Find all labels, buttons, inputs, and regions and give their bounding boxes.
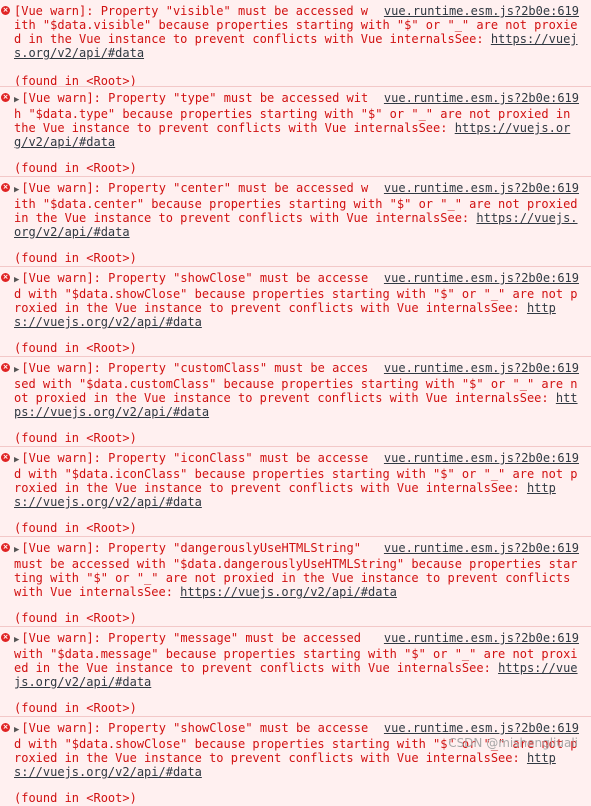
error-icon: × bbox=[1, 93, 10, 102]
console-message: vue.runtime.esm.js?2b0e:619 ▶ [Vue warn]: … bbox=[14, 451, 579, 509]
found-in-root-text: (found in <Root>) bbox=[14, 521, 137, 535]
console-message: vue.runtime.esm.js?2b0e:619 [Vue warn]: P… bbox=[14, 4, 579, 60]
vue-docs-link[interactable]: https://vuejs.org/v2/api/#data bbox=[180, 585, 397, 599]
console-error-entry[interactable]: × vue.runtime.esm.js?2b0e:619 ▶ [Vue warn]:… bbox=[0, 356, 591, 446]
triangle-right-icon[interactable]: ▶ bbox=[14, 455, 19, 465]
source-file-link[interactable]: vue.runtime.esm.js?2b0e:619 bbox=[384, 361, 579, 375]
console-error-entry[interactable]: × vue.runtime.esm.js?2b0e:619 ▶ [Vue warn]:… bbox=[0, 266, 591, 356]
source-file-link[interactable]: vue.runtime.esm.js?2b0e:619 bbox=[384, 631, 579, 645]
watermark: CSDN @mishengliuali bbox=[448, 736, 578, 750]
found-in-root-text: (found in <Root>) bbox=[14, 341, 137, 355]
triangle-right-icon[interactable]: ▶ bbox=[14, 545, 19, 555]
console-error-entry[interactable]: × vue.runtime.esm.js?2b0e:619 ▶ [Vue warn]:… bbox=[0, 86, 591, 176]
console-error-entry[interactable]: × vue.runtime.esm.js?2b0e:619 ▶ [Vue warn]:… bbox=[0, 446, 591, 536]
console-error-entry[interactable]: × vue.runtime.esm.js?2b0e:619 [Vue warn]: … bbox=[0, 0, 591, 88]
console-message: vue.runtime.esm.js?2b0e:619 ▶ [Vue warn]: … bbox=[14, 361, 579, 419]
console-page: { "console": { "entries": [ { "has_toggl… bbox=[0, 0, 591, 805]
console-error-entry[interactable]: × vue.runtime.esm.js?2b0e:619 ▶ [Vue warn]:… bbox=[0, 176, 591, 266]
triangle-right-icon[interactable]: ▶ bbox=[14, 275, 19, 285]
console-message: vue.runtime.esm.js?2b0e:619 ▶ [Vue warn]: … bbox=[14, 631, 579, 689]
triangle-right-icon[interactable]: ▶ bbox=[14, 365, 19, 375]
console-error-entry[interactable]: × vue.runtime.esm.js?2b0e:619 ▶ [Vue warn]:… bbox=[0, 536, 591, 626]
console-message: vue.runtime.esm.js?2b0e:619 ▶ [Vue warn]: … bbox=[14, 271, 579, 329]
found-in-root-text: (found in <Root>) bbox=[14, 431, 137, 445]
error-icon: × bbox=[1, 363, 10, 372]
source-file-link[interactable]: vue.runtime.esm.js?2b0e:619 bbox=[384, 721, 579, 735]
triangle-right-icon[interactable]: ▶ bbox=[14, 725, 19, 735]
found-in-root-text: (found in <Root>) bbox=[14, 701, 137, 715]
triangle-right-icon[interactable]: ▶ bbox=[14, 95, 19, 105]
found-in-root-text: (found in <Root>) bbox=[14, 161, 137, 175]
error-icon: × bbox=[1, 633, 10, 642]
error-icon: × bbox=[1, 273, 10, 282]
console-message: vue.runtime.esm.js?2b0e:619 ▶ [Vue warn]: … bbox=[14, 181, 579, 239]
source-file-link[interactable]: vue.runtime.esm.js?2b0e:619 bbox=[384, 541, 579, 555]
triangle-right-icon[interactable]: ▶ bbox=[14, 185, 19, 195]
devtools-console: × vue.runtime.esm.js?2b0e:619 [Vue warn]: … bbox=[0, 0, 591, 805]
source-file-link[interactable]: vue.runtime.esm.js?2b0e:619 bbox=[384, 91, 579, 105]
error-icon: × bbox=[1, 6, 10, 15]
console-error-entry[interactable]: × vue.runtime.esm.js?2b0e:619 ▶ [Vue warn]:… bbox=[0, 626, 591, 716]
source-file-link[interactable]: vue.runtime.esm.js?2b0e:619 bbox=[384, 271, 579, 285]
console-message: vue.runtime.esm.js?2b0e:619 ▶ [Vue warn]: … bbox=[14, 721, 579, 779]
source-file-link[interactable]: vue.runtime.esm.js?2b0e:619 bbox=[384, 451, 579, 465]
error-icon: × bbox=[1, 543, 10, 552]
console-error-entry[interactable]: × vue.runtime.esm.js?2b0e:619 ▶ [Vue warn]:… bbox=[0, 716, 591, 806]
triangle-right-icon[interactable]: ▶ bbox=[14, 635, 19, 645]
error-icon: × bbox=[1, 723, 10, 732]
found-in-root-text: (found in <Root>) bbox=[14, 251, 137, 265]
error-icon: × bbox=[1, 183, 10, 192]
source-file-link[interactable]: vue.runtime.esm.js?2b0e:619 bbox=[384, 4, 579, 18]
console-message: vue.runtime.esm.js?2b0e:619 ▶ [Vue warn]: … bbox=[14, 541, 579, 599]
found-in-root-text: (found in <Root>) bbox=[14, 791, 137, 805]
console-message: vue.runtime.esm.js?2b0e:619 ▶ [Vue warn]: … bbox=[14, 91, 579, 149]
source-file-link[interactable]: vue.runtime.esm.js?2b0e:619 bbox=[384, 181, 579, 195]
found-in-root-text: (found in <Root>) bbox=[14, 611, 137, 625]
error-icon: × bbox=[1, 453, 10, 462]
